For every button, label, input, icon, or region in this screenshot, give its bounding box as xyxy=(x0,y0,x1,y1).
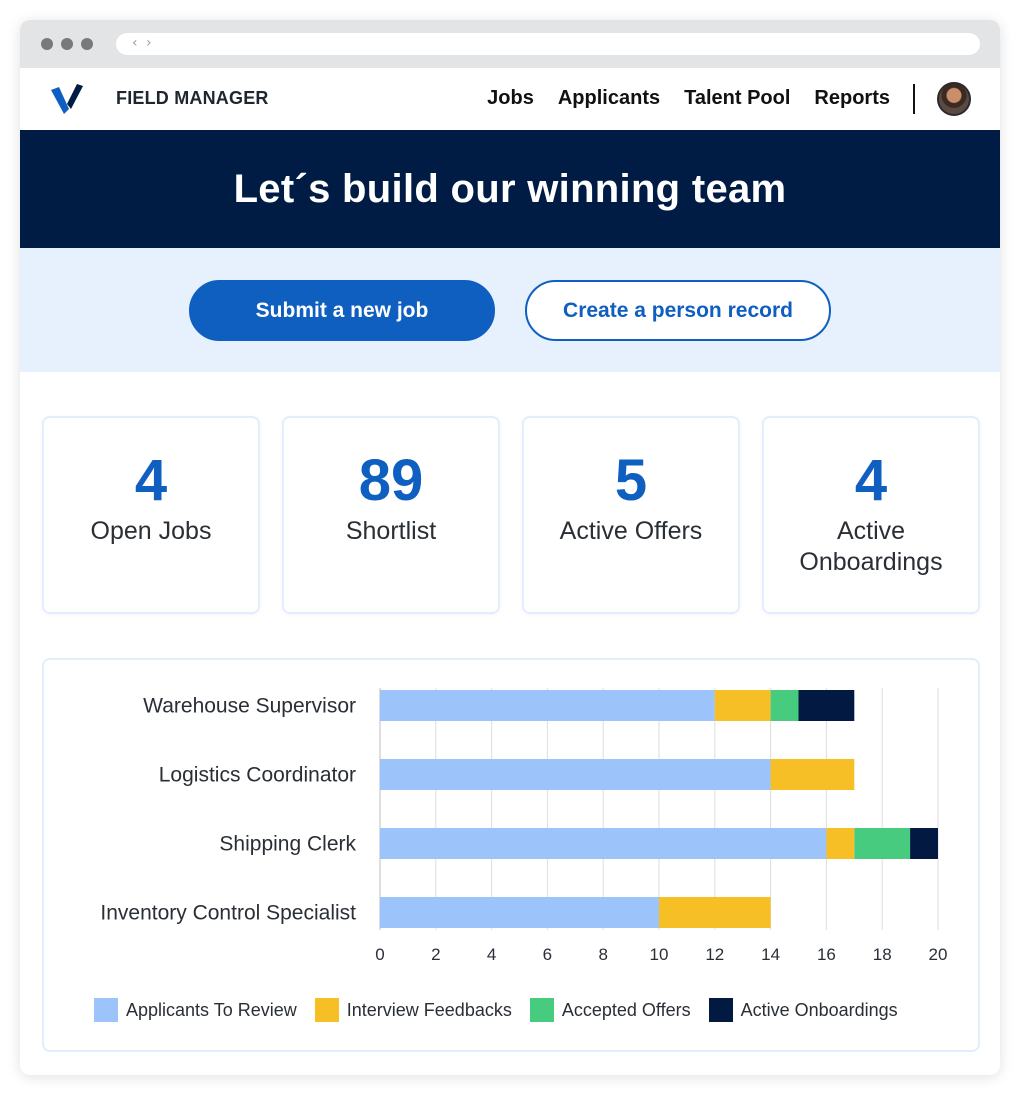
chart-bar-segment[interactable] xyxy=(910,828,938,859)
legend-item[interactable]: Active Onboardings xyxy=(708,998,898,1022)
chart-tick-label: 4 xyxy=(487,945,496,964)
stats-row: 4 Open Jobs 89 Shortlist 5 Active Offers… xyxy=(42,416,980,614)
browser-window: ‹ › FIELD MANAGER Jobs Applicants Talent… xyxy=(20,20,1000,1075)
chart-bar-segment[interactable] xyxy=(854,828,911,859)
nav-divider xyxy=(913,84,915,114)
chart-category-label: Inventory Control Specialist xyxy=(100,902,356,925)
nav-applicants[interactable]: Applicants xyxy=(558,85,660,111)
chart-bar-segment[interactable] xyxy=(714,690,771,721)
chart-tick-label: 2 xyxy=(431,945,440,964)
chart-bar-segment[interactable] xyxy=(380,828,827,859)
address-bar[interactable]: ‹ › xyxy=(116,33,980,55)
chart-bar-segment[interactable] xyxy=(770,759,855,790)
window-dot-maximize[interactable] xyxy=(81,38,93,50)
chart-tick-label: 14 xyxy=(761,945,780,964)
legend-label: Active Onboardings xyxy=(740,999,898,1020)
chart-bar-segment[interactable] xyxy=(380,690,715,721)
brand-name: FIELD MANAGER xyxy=(116,88,269,108)
submit-new-job-button[interactable]: Submit a new job xyxy=(189,280,495,341)
top-navigation: FIELD MANAGER Jobs Applicants Talent Poo… xyxy=(20,68,1000,130)
legend-item[interactable]: Accepted Offers xyxy=(529,998,691,1022)
stat-label: Active Offers xyxy=(559,517,703,545)
chart-bar-segment[interactable] xyxy=(798,690,855,721)
stat-label: Open Jobs xyxy=(90,517,212,545)
legend-swatch xyxy=(529,998,554,1022)
legend-swatch xyxy=(708,998,733,1022)
v-logo-icon[interactable] xyxy=(50,82,86,116)
stat-value: 89 xyxy=(358,448,424,513)
legend-label: Accepted Offers xyxy=(561,999,691,1020)
stat-card-active-offers[interactable]: 5 Active Offers xyxy=(522,416,740,614)
chart-tick-label: 6 xyxy=(543,945,552,964)
browser-chrome: ‹ › xyxy=(20,20,1000,68)
chart-tick-label: 10 xyxy=(650,945,669,964)
hero-title: Let´s build our winning team xyxy=(233,167,787,211)
legend-swatch xyxy=(94,998,118,1022)
chart-bar-segment[interactable] xyxy=(659,897,771,928)
chart-bar-segment[interactable] xyxy=(380,759,771,790)
chart-category-label: Shipping Clerk xyxy=(219,833,356,856)
chart-tick-label: 18 xyxy=(873,945,892,964)
chart-category-label: Logistics Coordinator xyxy=(159,764,356,787)
stat-card-open-jobs[interactable]: 4 Open Jobs xyxy=(42,416,260,614)
back-forward-icon[interactable]: ‹ › xyxy=(132,35,154,51)
legend-label: Interview Feedbacks xyxy=(346,999,512,1020)
jobs-pipeline-chart-card: Warehouse Supervisor Logistics Coordinato… xyxy=(42,658,980,1052)
chart-bar-segment[interactable] xyxy=(826,828,855,859)
chart-tick-label: 0 xyxy=(375,945,384,964)
legend-swatch xyxy=(314,998,339,1022)
stat-value: 4 xyxy=(854,448,888,513)
stat-card-active-onboardings[interactable]: 4 Active Onboardings xyxy=(762,416,980,614)
chart-tick-label: 12 xyxy=(705,945,724,964)
window-dot-minimize[interactable] xyxy=(61,38,73,50)
stat-card-shortlist[interactable]: 89 Shortlist xyxy=(282,416,500,614)
stat-value: 5 xyxy=(614,448,648,513)
action-panel: Submit a new job Create a person record xyxy=(20,248,1000,372)
main-nav: Jobs Applicants Talent Pool Reports xyxy=(463,85,890,111)
jobs-pipeline-chart: Warehouse Supervisor Logistics Coordinato… xyxy=(100,688,948,964)
legend-item[interactable]: Interview Feedbacks xyxy=(314,998,512,1022)
chart-bar-segment[interactable] xyxy=(380,897,659,928)
legend-item[interactable]: Applicants To Review xyxy=(94,998,297,1022)
chart-category-label: Warehouse Supervisor xyxy=(143,695,356,718)
stat-label: Shortlist xyxy=(345,517,437,545)
create-person-record-button[interactable]: Create a person record xyxy=(525,280,831,341)
chart-legend: Applicants To Review Interview Feedbacks A… xyxy=(94,996,954,1024)
nav-talent-pool[interactable]: Talent Pool xyxy=(684,85,790,111)
chart-bar-segment[interactable] xyxy=(770,690,799,721)
window-dot-close[interactable] xyxy=(41,38,53,50)
user-avatar[interactable] xyxy=(937,82,971,116)
chart-tick-label: 8 xyxy=(598,945,607,964)
stat-label: Active Onboardings xyxy=(799,517,943,576)
nav-reports[interactable]: Reports xyxy=(814,85,890,111)
nav-jobs[interactable]: Jobs xyxy=(487,85,534,111)
legend-label: Applicants To Review xyxy=(126,999,297,1020)
stat-value: 4 xyxy=(134,448,168,513)
chart-tick-label: 16 xyxy=(817,945,836,964)
hero-banner: Let´s build our winning team xyxy=(20,130,1000,248)
chart-tick-label: 20 xyxy=(929,945,948,964)
